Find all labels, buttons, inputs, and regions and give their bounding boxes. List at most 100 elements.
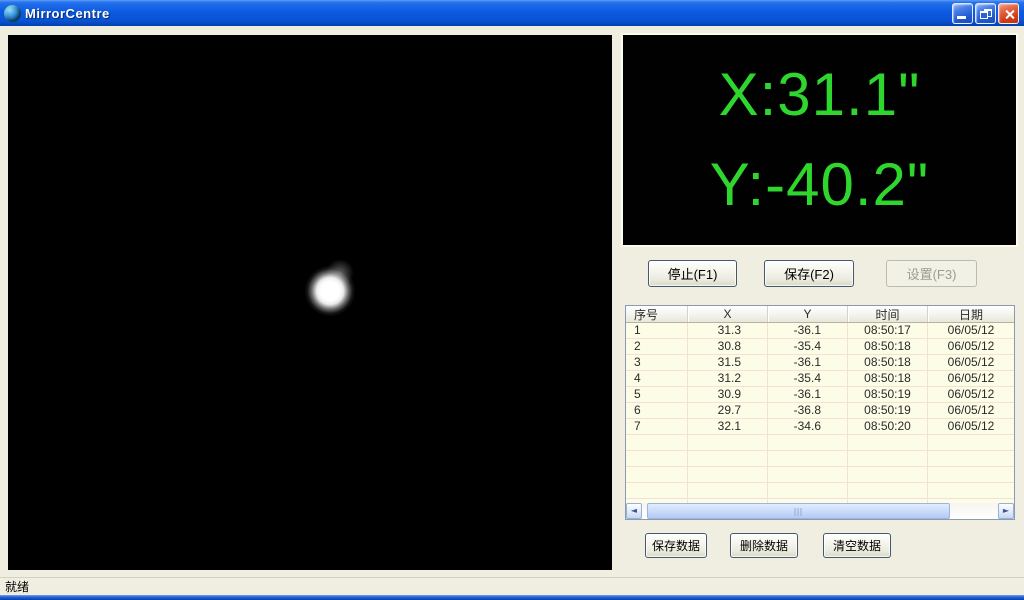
table-cell <box>688 467 768 482</box>
table-cell: 1 <box>626 323 688 338</box>
table-cell: 06/05/12 <box>947 339 995 353</box>
save-data-button[interactable]: 保存数据 <box>645 533 707 558</box>
table-cell <box>626 483 688 498</box>
table-row[interactable]: 1 31.3 -36.1 08:50:17 06/05/12 <box>626 323 1014 339</box>
column-header-y[interactable]: Y <box>768 306 848 322</box>
column-header-x[interactable]: X <box>688 306 768 322</box>
table-cell: -35.4 <box>768 371 848 386</box>
table-cell <box>768 451 848 466</box>
scrollbar-track[interactable] <box>642 503 998 519</box>
table-cell: -36.1 <box>768 387 848 402</box>
table-cell <box>928 451 1014 466</box>
table-cell: 30.8 <box>688 339 768 354</box>
column-header-date[interactable]: 日期 <box>928 306 1014 322</box>
column-header-time[interactable]: 时间 <box>848 306 928 322</box>
table-cell <box>688 451 768 466</box>
table-cell: 5 <box>626 387 688 402</box>
table-cell: 3 <box>626 355 688 370</box>
table-cell: 08:50:18 <box>848 371 928 386</box>
table-cell: 08:50:17 <box>848 323 928 338</box>
table-cell: -34.6 <box>768 419 848 434</box>
data-table: 序号 X Y 时间 日期 1 31.3 -36.1 08:50:17 06/05/12 2… <box>625 305 1015 520</box>
restore-button[interactable] <box>975 3 996 24</box>
clear-data-button[interactable]: 清空数据 <box>823 533 891 558</box>
table-cell: 31.5 <box>688 355 768 370</box>
table-row[interactable]: 6 29.7 -36.8 08:50:19 06/05/12 <box>626 403 1014 419</box>
table-cell: 29.7 <box>688 403 768 418</box>
minimize-button[interactable] <box>952 3 973 24</box>
scrollbar-grip-icon <box>794 508 803 516</box>
table-cell: 06/05/12 <box>947 419 995 433</box>
table-row <box>626 435 1014 451</box>
table-cell: -36.1 <box>768 323 848 338</box>
table-cell <box>626 435 688 450</box>
table-cell: 6 <box>626 403 688 418</box>
table-cell <box>626 451 688 466</box>
table-cell: 4 <box>626 371 688 386</box>
horizontal-scrollbar[interactable]: ◄ ► <box>626 503 1014 519</box>
table-row <box>626 483 1014 499</box>
app-window: MirrorCentre X:31.1" Y:-40.2" 停止(F1) 保存(… <box>0 0 1024 600</box>
table-cell: 08:50:18 <box>848 355 928 370</box>
table-cell <box>768 483 848 498</box>
table-row <box>626 467 1014 483</box>
laser-spot <box>305 266 355 316</box>
table-cell: 06/05/12 <box>947 403 995 417</box>
table-header: 序号 X Y 时间 日期 <box>626 306 1014 323</box>
window-controls <box>952 3 1019 24</box>
close-button[interactable] <box>998 3 1019 24</box>
table-cell: 31.3 <box>688 323 768 338</box>
table-cell: 2 <box>626 339 688 354</box>
window-title: MirrorCentre <box>25 5 110 21</box>
y-readout: Y:-40.2" <box>709 151 930 218</box>
table-cell <box>928 467 1014 482</box>
titlebar[interactable]: MirrorCentre <box>0 0 1024 26</box>
x-readout: X:31.1" <box>718 61 921 128</box>
table-row[interactable]: 3 31.5 -36.1 08:50:18 06/05/12 <box>626 355 1014 371</box>
save-button[interactable]: 保存(F2) <box>764 260 854 287</box>
table-cell: 06/05/12 <box>947 323 995 337</box>
table-cell: 08:50:19 <box>848 403 928 418</box>
table-cell <box>626 467 688 482</box>
status-bar: 就绪 <box>0 577 1024 595</box>
delete-data-button[interactable]: 删除数据 <box>730 533 798 558</box>
table-body: 1 31.3 -36.1 08:50:17 06/05/12 2 30.8 -35.4 08:5… <box>626 323 1014 503</box>
table-cell: 08:50:18 <box>848 339 928 354</box>
table-row[interactable]: 5 30.9 -36.1 08:50:19 06/05/12 <box>626 387 1014 403</box>
window-bottom-border <box>0 595 1024 600</box>
table-row[interactable]: 2 30.8 -35.4 08:50:18 06/05/12 <box>626 339 1014 355</box>
table-cell: -36.8 <box>768 403 848 418</box>
table-cell: 7 <box>626 419 688 434</box>
table-cell: 06/05/12 <box>947 387 995 401</box>
table-cell: 06/05/12 <box>947 355 995 369</box>
table-cell: 08:50:20 <box>848 419 928 434</box>
table-row[interactable]: 7 32.1 -34.6 08:50:20 06/05/12 <box>626 419 1014 435</box>
table-cell <box>848 451 928 466</box>
table-cell: -35.4 <box>768 339 848 354</box>
status-text: 就绪 <box>5 580 30 594</box>
table-cell: -36.1 <box>768 355 848 370</box>
column-header-index[interactable]: 序号 <box>626 306 688 322</box>
table-cell: 31.2 <box>688 371 768 386</box>
table-cell <box>928 435 1014 450</box>
table-row[interactable]: 4 31.2 -35.4 08:50:18 06/05/12 <box>626 371 1014 387</box>
scroll-left-button[interactable]: ◄ <box>626 503 642 519</box>
scroll-right-button[interactable]: ► <box>998 503 1014 519</box>
table-row <box>626 451 1014 467</box>
table-cell: 30.9 <box>688 387 768 402</box>
table-cell: 06/05/12 <box>947 371 995 385</box>
app-icon <box>4 4 21 22</box>
table-cell <box>688 483 768 498</box>
table-cell <box>848 483 928 498</box>
table-cell <box>928 483 1014 498</box>
scrollbar-thumb[interactable] <box>647 503 950 519</box>
close-icon <box>1004 9 1015 20</box>
minimize-icon <box>957 16 966 19</box>
table-cell <box>848 435 928 450</box>
coordinate-display: X:31.1" Y:-40.2" <box>621 33 1018 247</box>
table-cell <box>688 435 768 450</box>
restore-icon <box>980 9 992 19</box>
table-cell: 08:50:19 <box>848 387 928 402</box>
table-cell: 32.1 <box>688 419 768 434</box>
stop-button[interactable]: 停止(F1) <box>648 260 737 287</box>
